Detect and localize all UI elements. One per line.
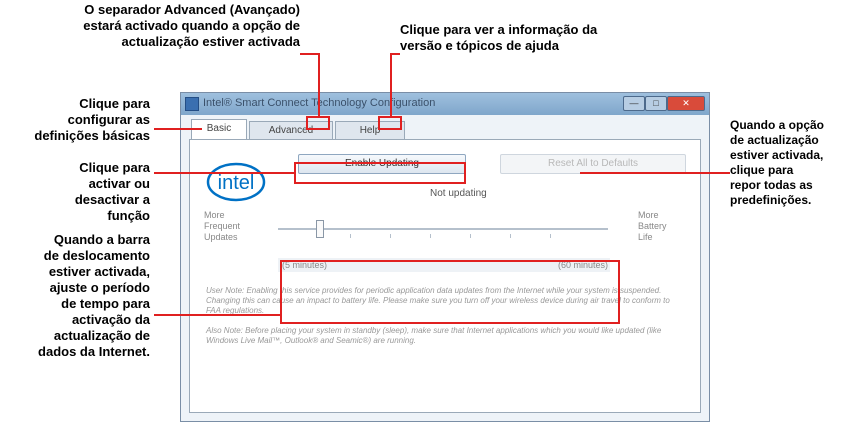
highlight-slider xyxy=(280,260,620,324)
highlight-advanced-tab xyxy=(306,116,330,130)
app-icon xyxy=(185,97,199,111)
connector-advanced-v xyxy=(318,53,320,116)
callout-advanced-tab: O separador Advanced (Avançado) estará a… xyxy=(83,2,300,49)
battery-life-label: More Battery Life xyxy=(638,210,667,242)
also-note: Also Note: Before placing your system in… xyxy=(206,326,662,345)
highlight-help-tab xyxy=(378,116,402,130)
connector-reset xyxy=(580,172,730,174)
close-button[interactable]: ✕ xyxy=(667,96,705,111)
slider-tick xyxy=(470,234,471,238)
callout-reset-button: Quando a opção de actualização estiver a… xyxy=(730,118,825,207)
slider-tick xyxy=(510,234,511,238)
maximize-button[interactable]: □ xyxy=(645,96,667,111)
slider-tick xyxy=(550,234,551,238)
update-status: Not updating xyxy=(430,188,487,199)
smart-connect-window: Intel® Smart Connect Technology Configur… xyxy=(180,92,710,422)
intel-logo-text: intel xyxy=(218,172,255,194)
intel-logo: intel xyxy=(206,162,266,202)
connector-enable xyxy=(154,172,294,174)
callout-enable-button: Clique para activar ou desactivar a funç… xyxy=(74,160,150,223)
highlight-enable-button xyxy=(294,162,466,184)
callout-help-tab: Clique para ver a informação da versão e… xyxy=(400,22,598,53)
slider-tick xyxy=(430,234,431,238)
connector-advanced-h xyxy=(300,53,320,55)
connector-basic xyxy=(154,128,202,130)
callout-basic-tab: Clique para configurar as definições bás… xyxy=(34,96,150,143)
connector-help-v xyxy=(390,53,392,116)
callout-slider: Quando a barra de deslocamento estiver a… xyxy=(38,232,150,359)
reset-defaults-button[interactable]: Reset All to Defaults xyxy=(500,154,686,174)
frequent-updates-label: More Frequent Updates xyxy=(204,210,241,242)
update-interval-slider-track[interactable] xyxy=(278,228,608,230)
slider-tick xyxy=(350,234,351,238)
minimize-button[interactable]: — xyxy=(623,96,645,111)
slider-tick xyxy=(390,234,391,238)
window-titlebar: Intel® Smart Connect Technology Configur… xyxy=(181,93,709,115)
update-interval-slider-thumb[interactable] xyxy=(316,220,324,238)
connector-slider xyxy=(154,314,280,316)
